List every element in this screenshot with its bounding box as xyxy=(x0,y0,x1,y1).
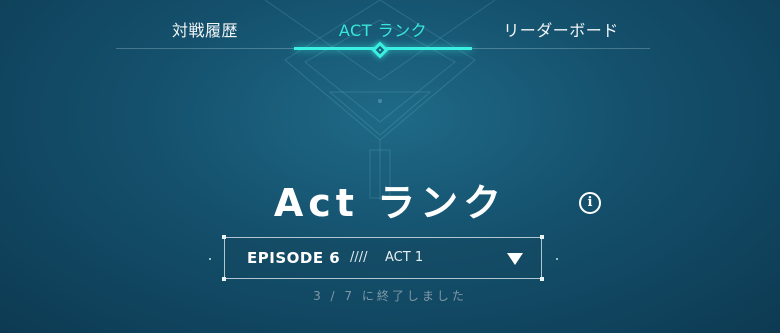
tab-act-rank[interactable]: ACT ランク xyxy=(294,18,472,44)
tab-bar: 対戦履歴 ACT ランク リーダーボード xyxy=(116,0,650,59)
dropdown-arrow-icon xyxy=(507,253,523,265)
corner-marker xyxy=(540,235,544,239)
episode-label: EPISODE 6 xyxy=(247,249,341,267)
page-title: Act ランク xyxy=(273,181,507,225)
corner-marker xyxy=(222,235,226,239)
info-icon[interactable]: i xyxy=(579,192,601,214)
tab-leaderboard[interactable]: リーダーボード xyxy=(472,18,650,44)
act-label: ACT 1 xyxy=(385,250,424,265)
act-ended-status: 3 / 7 に終了しました xyxy=(313,289,467,303)
corner-marker xyxy=(222,277,226,281)
episode-act-dropdown[interactable]: EPISODE 6 //// ACT 1 xyxy=(222,235,544,281)
corner-marker xyxy=(540,277,544,281)
tab-match-history[interactable]: 対戦履歴 xyxy=(116,18,294,44)
separator: //// xyxy=(350,250,368,265)
decor-dot xyxy=(209,258,211,260)
decor-dot xyxy=(556,258,558,260)
